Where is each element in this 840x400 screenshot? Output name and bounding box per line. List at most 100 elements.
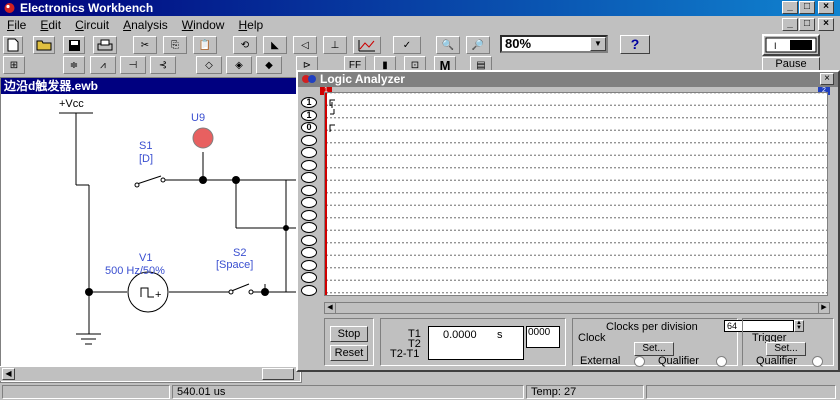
waveform-display[interactable]	[324, 92, 828, 296]
v1-label: V1	[139, 252, 153, 264]
circuit-schematic[interactable]: +	[1, 94, 301, 384]
menu-help[interactable]: Help	[231, 18, 270, 32]
cursor-1[interactable]	[325, 93, 327, 295]
trigger-set-button[interactable]: Set...	[766, 342, 806, 356]
svg-text:+: +	[155, 289, 161, 301]
doc-restore-button[interactable]: □	[799, 18, 815, 31]
zoom-in-icon[interactable]: 🔎	[466, 36, 490, 54]
circuit-title: 边沿d触发器.ewb	[1, 78, 303, 94]
channel-terminal[interactable]	[301, 234, 317, 246]
qualifier-radio[interactable]	[716, 356, 727, 367]
menu-analysis[interactable]: Analysis	[116, 18, 175, 32]
cut-icon[interactable]: ✂	[133, 36, 157, 54]
menu-file[interactable]: File	[0, 18, 33, 32]
analyzer-close-button[interactable]: ×	[820, 73, 834, 85]
help-button[interactable]: ?	[620, 35, 650, 54]
channel-terminal[interactable]	[301, 272, 317, 283]
t2-t1-label: T2-T1	[390, 348, 420, 360]
paste-icon[interactable]: 📋	[193, 36, 217, 54]
trigger-qualifier-label: Qualifier	[756, 355, 797, 367]
flip-horizontal-icon[interactable]: ◣	[263, 36, 287, 54]
doc-close-button[interactable]: ×	[818, 18, 834, 31]
print-icon[interactable]	[93, 36, 117, 54]
new-file-icon[interactable]	[3, 36, 23, 54]
channel-terminal[interactable]	[301, 184, 317, 196]
probe-indicator-icon	[192, 127, 214, 149]
rotate-icon[interactable]: ⟲	[233, 36, 257, 54]
s1-label: S1	[139, 140, 153, 152]
basic-bin-icon[interactable]: ⩘	[90, 56, 116, 74]
parts-bin-icon[interactable]: ⊞	[3, 56, 25, 74]
logic-analyzer-title: Logic Analyzer	[298, 72, 838, 87]
channel-terminal[interactable]	[301, 209, 317, 221]
s2-label: S2	[233, 247, 247, 259]
menu-window[interactable]: Window	[175, 18, 232, 32]
channel-terminal[interactable]	[301, 247, 317, 258]
external-radio[interactable]	[634, 356, 645, 367]
circuit-horizontal-scrollbar[interactable]: ◀	[0, 366, 300, 381]
open-folder-icon[interactable]	[33, 36, 55, 54]
reset-button[interactable]: Reset	[330, 345, 368, 361]
circuit-window: 边沿d触发器.ewb + +Vcc U9 S1 [D] S2 [Space] V…	[0, 77, 303, 384]
scroll-left-icon[interactable]: ◀	[325, 303, 336, 313]
channel-terminals: 1 1 0	[301, 97, 321, 297]
save-icon[interactable]	[63, 36, 85, 54]
channel-terminal[interactable]	[301, 134, 317, 146]
external-label: External	[580, 355, 621, 367]
diodes-bin-icon[interactable]: ⊣	[120, 56, 146, 74]
zoom-out-icon[interactable]: 🔍	[436, 36, 460, 54]
hex-readout: 0000	[526, 326, 560, 348]
channel-terminal[interactable]	[301, 197, 317, 208]
channel-terminal[interactable]	[301, 259, 317, 271]
mixed-ic-bin-icon[interactable]: ◈	[226, 56, 252, 74]
minimize-button[interactable]: _	[782, 1, 798, 14]
status-panel-right	[646, 385, 836, 399]
scroll-left-icon[interactable]: ◀	[2, 368, 15, 380]
clock-label: Clock	[578, 332, 606, 344]
menu-circuit[interactable]: Circuit	[68, 18, 116, 32]
channel-terminal[interactable]: 0	[301, 122, 317, 133]
sources-bin-icon[interactable]: ≑	[63, 56, 85, 74]
copy-icon[interactable]: ⎘	[163, 36, 187, 54]
close-button[interactable]: ×	[818, 1, 834, 14]
time-value: 0.0000	[443, 329, 477, 341]
s1-key-label: [D]	[139, 153, 154, 165]
channel-terminal[interactable]	[301, 172, 317, 183]
flip-vertical-icon[interactable]: ◁	[293, 36, 317, 54]
channel-terminal[interactable]	[301, 222, 317, 233]
qualifier-label: Qualifier	[658, 355, 699, 367]
clock-set-button[interactable]: Set...	[634, 342, 674, 356]
analyzer-horizontal-scrollbar[interactable]: ◀ ▶	[324, 302, 830, 314]
status-panel-empty	[2, 385, 170, 399]
channel-terminal[interactable]	[301, 284, 317, 296]
channel-terminal[interactable]: 1	[301, 109, 317, 121]
maximize-button[interactable]: □	[799, 1, 815, 14]
u9-label: U9	[191, 112, 206, 124]
power-switch-icon[interactable]: I	[762, 34, 820, 56]
logic-analyzer-window: Logic Analyzer × 1 2 1 1 0 ◀ ▶ Stop Rese…	[296, 70, 840, 372]
analog-ic-bin-icon[interactable]: ◇	[196, 56, 222, 74]
analyzer-icon	[302, 75, 316, 83]
digital-ic-bin-icon[interactable]: ◆	[256, 56, 282, 74]
scroll-thumb[interactable]	[262, 368, 294, 380]
clocks-per-division-label: Clocks per division	[606, 321, 698, 333]
doc-minimize-button[interactable]: _	[782, 18, 798, 31]
check-icon[interactable]: ✓	[393, 36, 421, 54]
time-readout: 0.0000 s	[428, 326, 524, 360]
app-title: Electronics Workbench	[20, 1, 154, 15]
channel-terminal[interactable]	[301, 147, 317, 158]
transistors-bin-icon[interactable]: ⊰	[150, 56, 176, 74]
menu-edit[interactable]: Edit	[33, 18, 68, 32]
status-temp: Temp: 27	[526, 385, 644, 399]
trigger-qualifier-radio[interactable]	[812, 356, 823, 367]
chevron-down-icon[interactable]: ▼	[590, 37, 606, 51]
scroll-right-icon[interactable]: ▶	[818, 303, 829, 313]
graph-icon[interactable]	[353, 36, 381, 54]
status-time: 540.01 us	[172, 385, 524, 399]
component-properties-icon[interactable]: ⊥	[323, 36, 347, 54]
svg-text:I: I	[774, 41, 777, 51]
stop-button[interactable]: Stop	[330, 326, 368, 342]
channel-terminal[interactable]	[301, 159, 317, 171]
channel-terminal[interactable]: 1	[301, 97, 317, 108]
app-title-bar: Electronics Workbench	[0, 0, 840, 16]
